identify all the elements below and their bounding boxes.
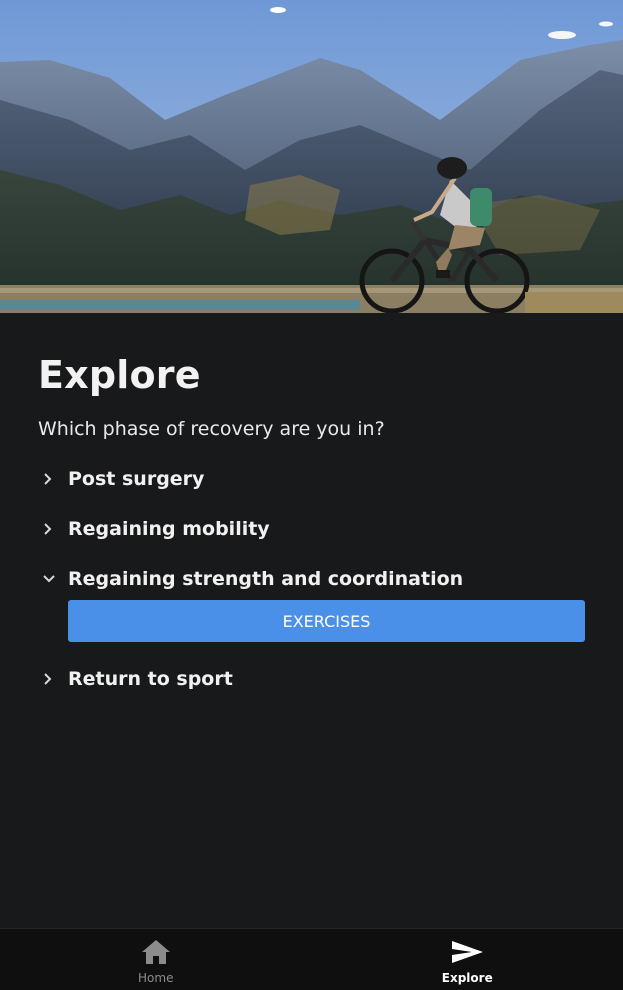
phase-label: Regaining strength and coordination xyxy=(68,568,464,590)
phase-post-surgery[interactable]: Post surgery xyxy=(38,461,598,497)
phase-regaining-strength-coordination[interactable]: Regaining strength and coordination xyxy=(38,561,598,597)
phase-label: Return to sport xyxy=(68,668,233,690)
phase-label: Post surgery xyxy=(68,468,205,490)
exercises-button[interactable]: EXERCISES xyxy=(68,600,585,642)
phase-label: Regaining mobility xyxy=(68,518,270,540)
nav-explore[interactable]: Explore xyxy=(312,929,623,990)
hero-image xyxy=(0,0,623,313)
phase-regaining-mobility[interactable]: Regaining mobility xyxy=(38,511,598,547)
nav-explore-label: Explore xyxy=(441,971,493,985)
chevron-right-icon xyxy=(38,519,68,539)
phase-return-to-sport[interactable]: Return to sport xyxy=(38,661,598,697)
home-icon xyxy=(141,939,171,969)
chevron-right-icon xyxy=(38,469,68,489)
mountain-biker-landscape-image xyxy=(0,0,623,313)
chevron-down-icon xyxy=(38,569,68,589)
nav-home[interactable]: Home xyxy=(0,929,312,990)
nav-home-label: Home xyxy=(138,971,174,985)
app-root: Explore Which phase of recovery are you … xyxy=(0,0,623,990)
bottom-navigation: Home Explore xyxy=(0,928,623,990)
recovery-question: Which phase of recovery are you in? xyxy=(38,418,385,440)
send-icon xyxy=(450,939,484,969)
chevron-right-icon xyxy=(38,669,68,689)
page-title: Explore xyxy=(38,353,201,397)
